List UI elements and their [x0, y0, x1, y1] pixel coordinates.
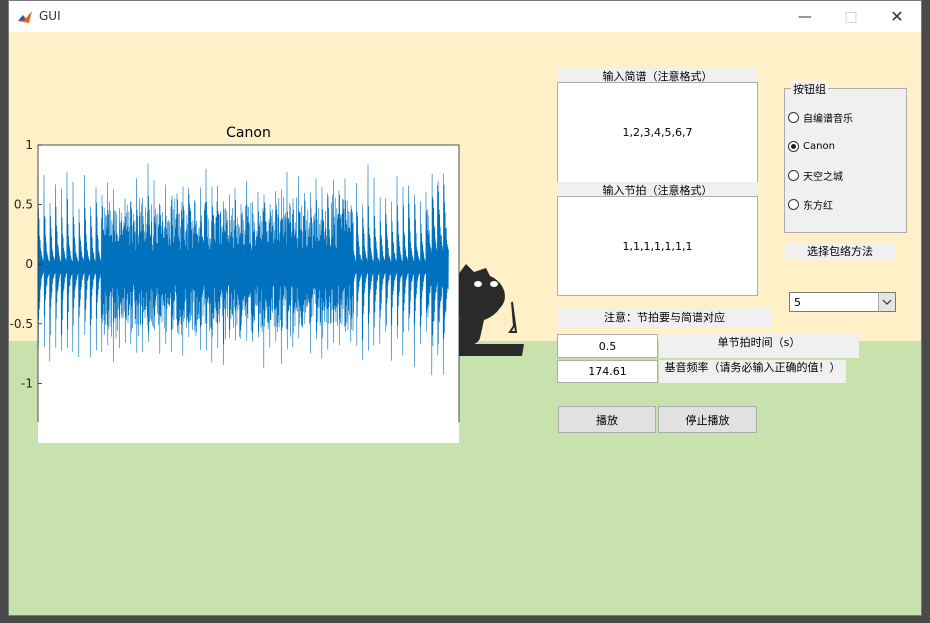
y-tick-label: -0.5: [10, 317, 33, 331]
rhythm-input[interactable]: 1,1,1,1,1,1,1: [557, 196, 758, 296]
notation-label: 输入简谱（注意格式）: [557, 68, 758, 83]
chart-title: Canon: [226, 125, 271, 141]
radio-custom[interactable]: 自编谱音乐: [788, 110, 853, 125]
radio-icon[interactable]: [788, 170, 799, 181]
window-title: GUI: [39, 9, 61, 23]
radio-selected-icon[interactable]: [788, 141, 799, 152]
radio-castle-in-sky[interactable]: 天空之城: [788, 168, 843, 183]
radio-dongfanghong[interactable]: 东方红: [788, 197, 833, 212]
button-group: 按钮组 自编谱音乐 Canon 天空之城 东方红: [784, 81, 907, 233]
waveform-axes: 01234567810.50-0.5-1-1.5Canon× 10⁵: [9, 92, 474, 443]
figure-content: 01234567810.50-0.5-1-1.5Canon× 10⁵ 输入简谱（…: [9, 32, 921, 615]
rhythm-label: 输入节拍（注意格式）: [557, 182, 758, 197]
button-group-title: 按钮组: [791, 81, 828, 97]
y-tick-label: -1: [21, 376, 33, 390]
frequency-label: 基音频率（请务必输入正确的值！）: [659, 360, 846, 383]
matlab-icon: [17, 9, 33, 25]
maximize-button[interactable]: □: [828, 1, 874, 32]
radio-canon[interactable]: Canon: [788, 141, 835, 152]
y-tick-label: 0: [25, 257, 33, 271]
note-message: 注意：节拍要与简谱对应: [557, 308, 772, 328]
notation-input[interactable]: 1,2,3,4,5,6,7: [557, 82, 758, 183]
waveform-chart: 01234567810.50-0.5-1-1.5Canon× 10⁵: [10, 125, 460, 422]
stop-button[interactable]: 停止播放: [658, 406, 757, 433]
minimize-button[interactable]: —: [782, 1, 828, 32]
chevron-down-icon[interactable]: [878, 293, 895, 311]
title-bar: GUI — □ ✕: [9, 1, 921, 32]
play-button[interactable]: 播放: [558, 406, 656, 433]
envelope-select[interactable]: 5: [789, 292, 896, 312]
y-tick-label: 1: [25, 138, 33, 152]
beat-time-input[interactable]: 0.5: [557, 334, 658, 358]
y-tick-label: 0.5: [14, 198, 33, 212]
radio-icon[interactable]: [788, 112, 799, 123]
envelope-label: 选择包络方法: [785, 244, 895, 260]
frequency-input[interactable]: 174.61: [557, 360, 658, 383]
envelope-value: 5: [794, 296, 801, 309]
waveform-line: [37, 163, 449, 376]
close-button[interactable]: ✕: [874, 1, 920, 32]
gui-window: GUI — □ ✕ 01234567810.50-0.5-1-1.5Canon×…: [8, 0, 922, 616]
radio-icon[interactable]: [788, 199, 799, 210]
beat-time-label: 单节拍时间（s）: [659, 334, 859, 358]
